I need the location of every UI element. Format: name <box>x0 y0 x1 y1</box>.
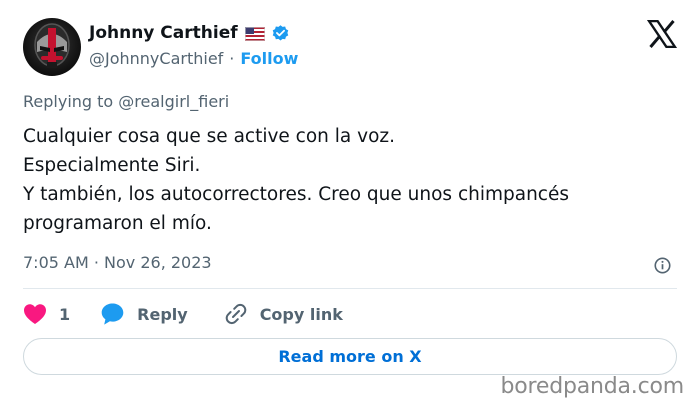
author-handle[interactable]: @JohnnyCarthief <box>89 49 223 68</box>
like-count: 1 <box>59 304 71 324</box>
separator-dot: · <box>229 48 235 68</box>
read-more-button[interactable]: Read more on X <box>23 338 677 375</box>
action-bar: 1 Reply Copy link <box>23 300 343 328</box>
reply-label: Reply <box>137 304 188 324</box>
copy-link-button[interactable]: Copy link <box>224 302 343 326</box>
follow-link[interactable]: Follow <box>240 49 298 68</box>
tweet-line: Especialmente Siri. <box>23 155 201 176</box>
divider <box>23 288 677 289</box>
us-flag-icon <box>244 26 265 41</box>
copy-link-label: Copy link <box>259 304 343 324</box>
tweet-line: Y también, los autocorrectores. Creo que… <box>23 184 570 205</box>
tweet-embed-card: Johnny Carthief @JohnnyCarthief · Follow <box>0 0 700 410</box>
author-name-row: Johnny Carthief <box>89 22 290 44</box>
heart-icon <box>23 303 47 325</box>
tweet-text: Cualquier cosa que se active con la voz.… <box>23 122 663 238</box>
replying-to-text[interactable]: Replying to @realgirl_fieri <box>23 92 229 111</box>
avatar[interactable] <box>23 18 81 76</box>
speech-bubble-icon <box>100 302 125 326</box>
source-watermark: boredpanda.com <box>500 374 684 399</box>
tweet-line: programaron el mío. <box>23 213 212 234</box>
tweet-line: Cualquier cosa que se active con la voz. <box>23 126 395 147</box>
x-logo-icon[interactable] <box>646 19 678 49</box>
link-icon <box>224 302 248 326</box>
helmet-avatar-image <box>34 23 70 68</box>
reply-button[interactable]: Reply <box>100 302 188 326</box>
info-icon[interactable] <box>653 256 672 275</box>
like-button[interactable]: 1 <box>23 303 70 325</box>
handle-row: @JohnnyCarthief · Follow <box>89 47 298 69</box>
verified-badge-icon <box>271 24 290 43</box>
tweet-timestamp[interactable]: 7:05 AM · Nov 26, 2023 <box>23 253 212 272</box>
display-name[interactable]: Johnny Carthief <box>89 23 238 43</box>
